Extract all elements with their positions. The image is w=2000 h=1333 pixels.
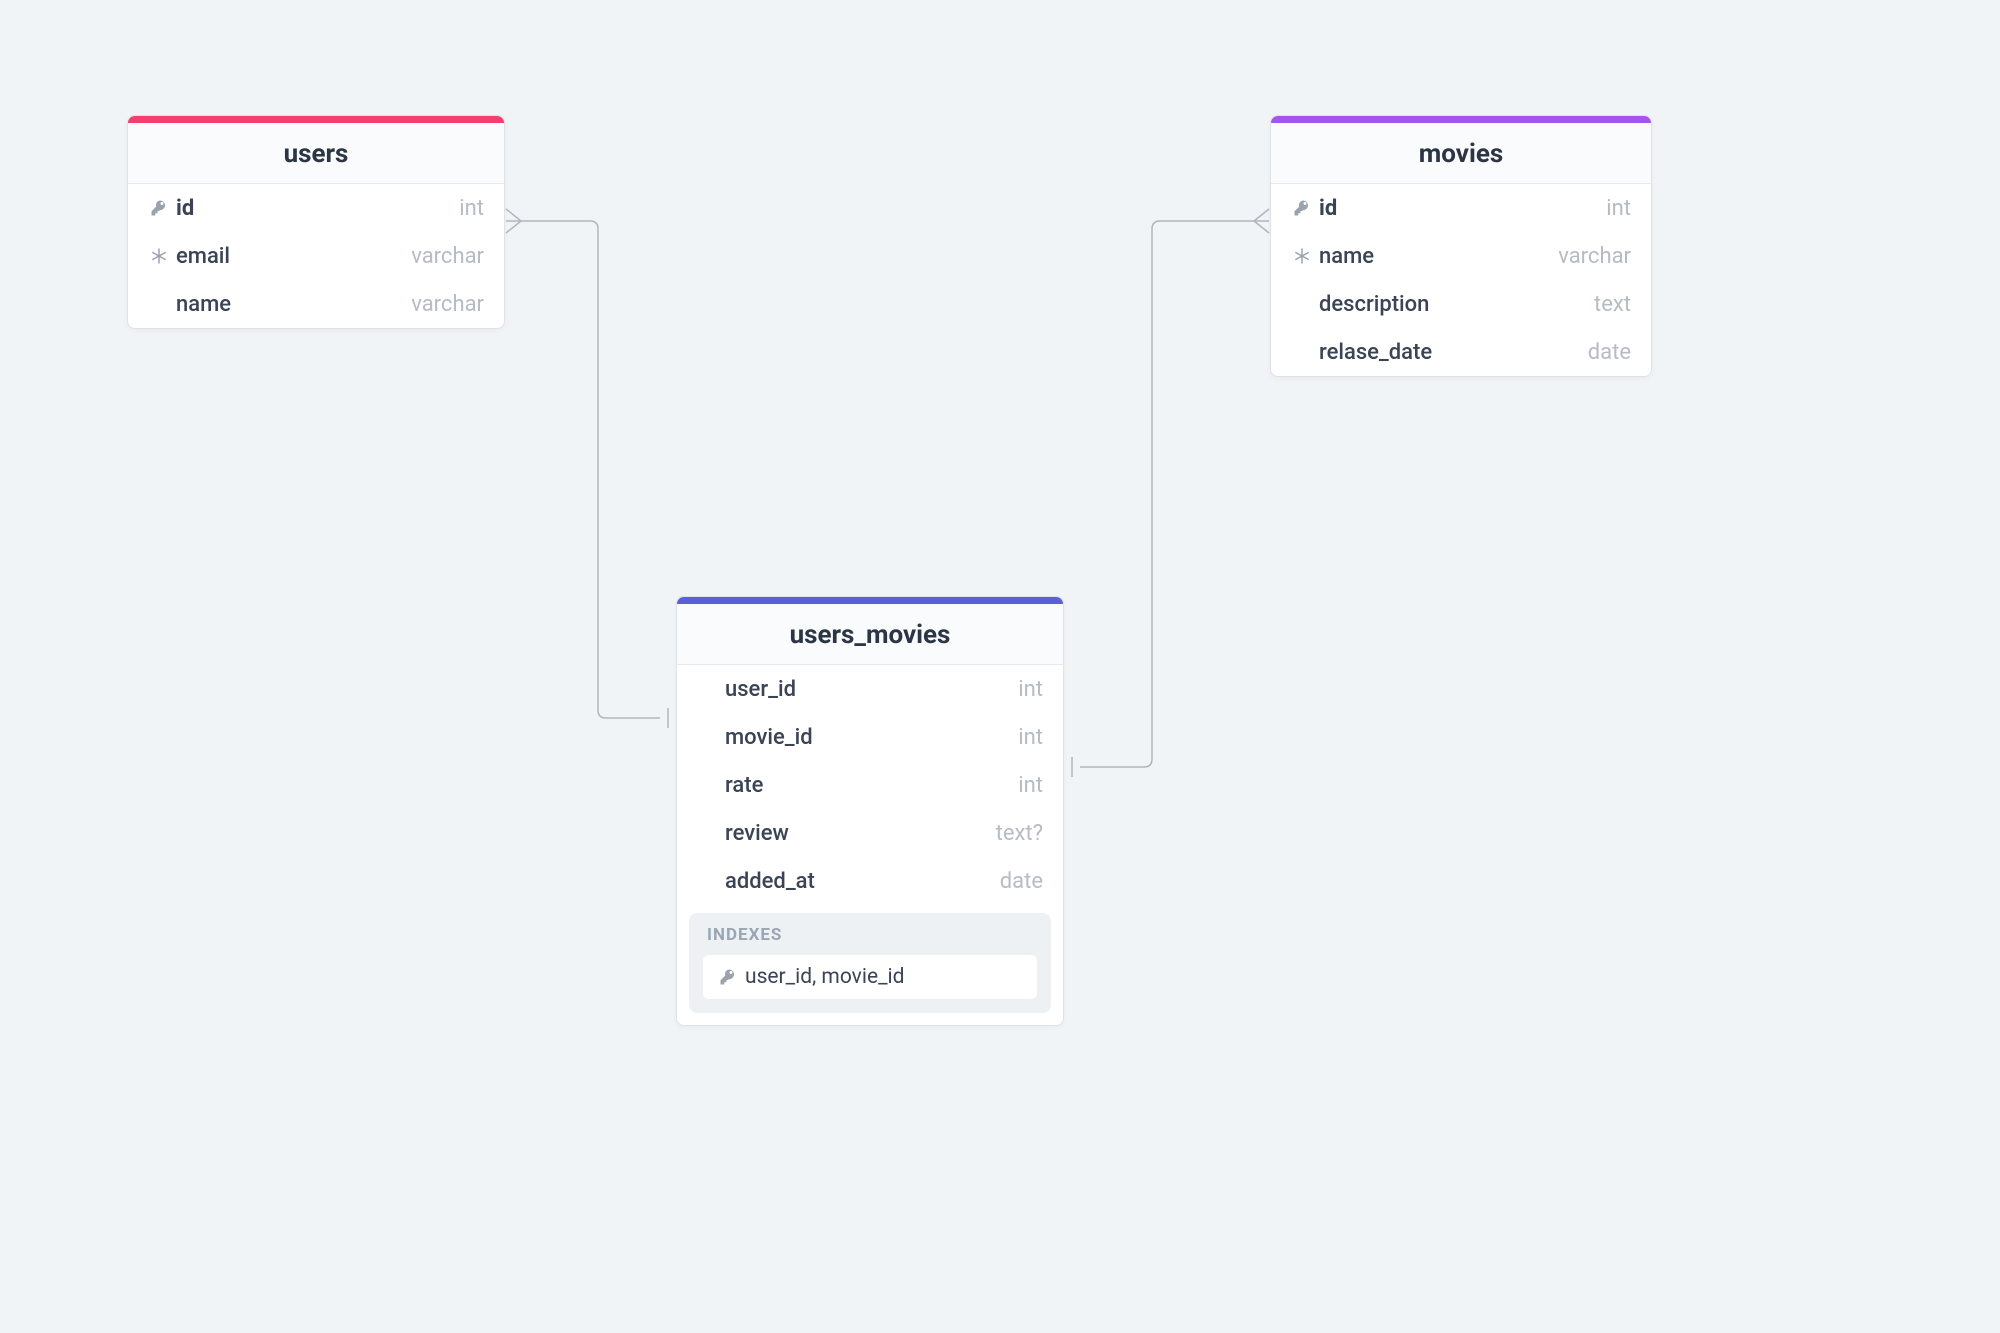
column-type: varchar	[1558, 244, 1631, 269]
snowflake-icon	[1291, 247, 1313, 265]
column-type: varchar	[411, 244, 484, 269]
table-accent	[1271, 116, 1651, 123]
column-name: movie_id	[725, 725, 1018, 750]
key-icon	[148, 199, 170, 217]
column-type: int	[1018, 677, 1043, 702]
index-item[interactable]: user_id, movie_id	[703, 955, 1037, 999]
column-row[interactable]: description text	[1271, 280, 1651, 328]
column-row[interactable]: email varchar	[128, 232, 504, 280]
column-type: varchar	[411, 292, 484, 317]
column-name: id	[176, 196, 459, 221]
table-users-movies[interactable]: users_movies user_id int movie_id int ra…	[676, 596, 1064, 1026]
column-row[interactable]: name varchar	[1271, 232, 1651, 280]
column-name: relase_date	[1319, 340, 1588, 365]
column-row[interactable]: id int	[128, 184, 504, 232]
table-accent	[128, 116, 504, 123]
table-title: users	[128, 123, 504, 184]
column-row[interactable]: relase_date date	[1271, 328, 1651, 376]
column-row[interactable]: added_at date	[677, 857, 1063, 905]
column-type: text?	[996, 821, 1043, 846]
column-name: id	[1319, 196, 1606, 221]
key-icon	[1291, 199, 1313, 217]
column-row[interactable]: rate int	[677, 761, 1063, 809]
table-users[interactable]: users id int email varchar name varchar	[127, 115, 505, 329]
column-name: description	[1319, 292, 1594, 317]
index-text: user_id, movie_id	[745, 965, 905, 989]
column-type: date	[1000, 869, 1043, 894]
column-row[interactable]: id int	[1271, 184, 1651, 232]
column-name: added_at	[725, 869, 1000, 894]
column-type: int	[1018, 725, 1043, 750]
table-title: movies	[1271, 123, 1651, 184]
indexes-heading: INDEXES	[707, 925, 1037, 945]
column-name: user_id	[725, 677, 1018, 702]
column-name: name	[176, 292, 411, 317]
column-name: review	[725, 821, 996, 846]
column-type: int	[1018, 773, 1043, 798]
column-row[interactable]: movie_id int	[677, 713, 1063, 761]
column-row[interactable]: review text?	[677, 809, 1063, 857]
snowflake-icon	[148, 247, 170, 265]
column-name: rate	[725, 773, 1018, 798]
column-type: int	[459, 196, 484, 221]
diagram-canvas[interactable]: users id int email varchar name varchar …	[0, 0, 2000, 1333]
column-type: int	[1606, 196, 1631, 221]
column-row[interactable]: name varchar	[128, 280, 504, 328]
column-name: name	[1319, 244, 1558, 269]
table-movies[interactable]: movies id int name varchar description t…	[1270, 115, 1652, 377]
column-row[interactable]: user_id int	[677, 665, 1063, 713]
key-icon	[717, 968, 739, 986]
table-accent	[677, 597, 1063, 604]
column-type: date	[1588, 340, 1631, 365]
column-name: email	[176, 244, 411, 269]
table-title: users_movies	[677, 604, 1063, 665]
column-type: text	[1594, 292, 1631, 317]
indexes-section: INDEXES user_id, movie_id	[689, 913, 1051, 1013]
